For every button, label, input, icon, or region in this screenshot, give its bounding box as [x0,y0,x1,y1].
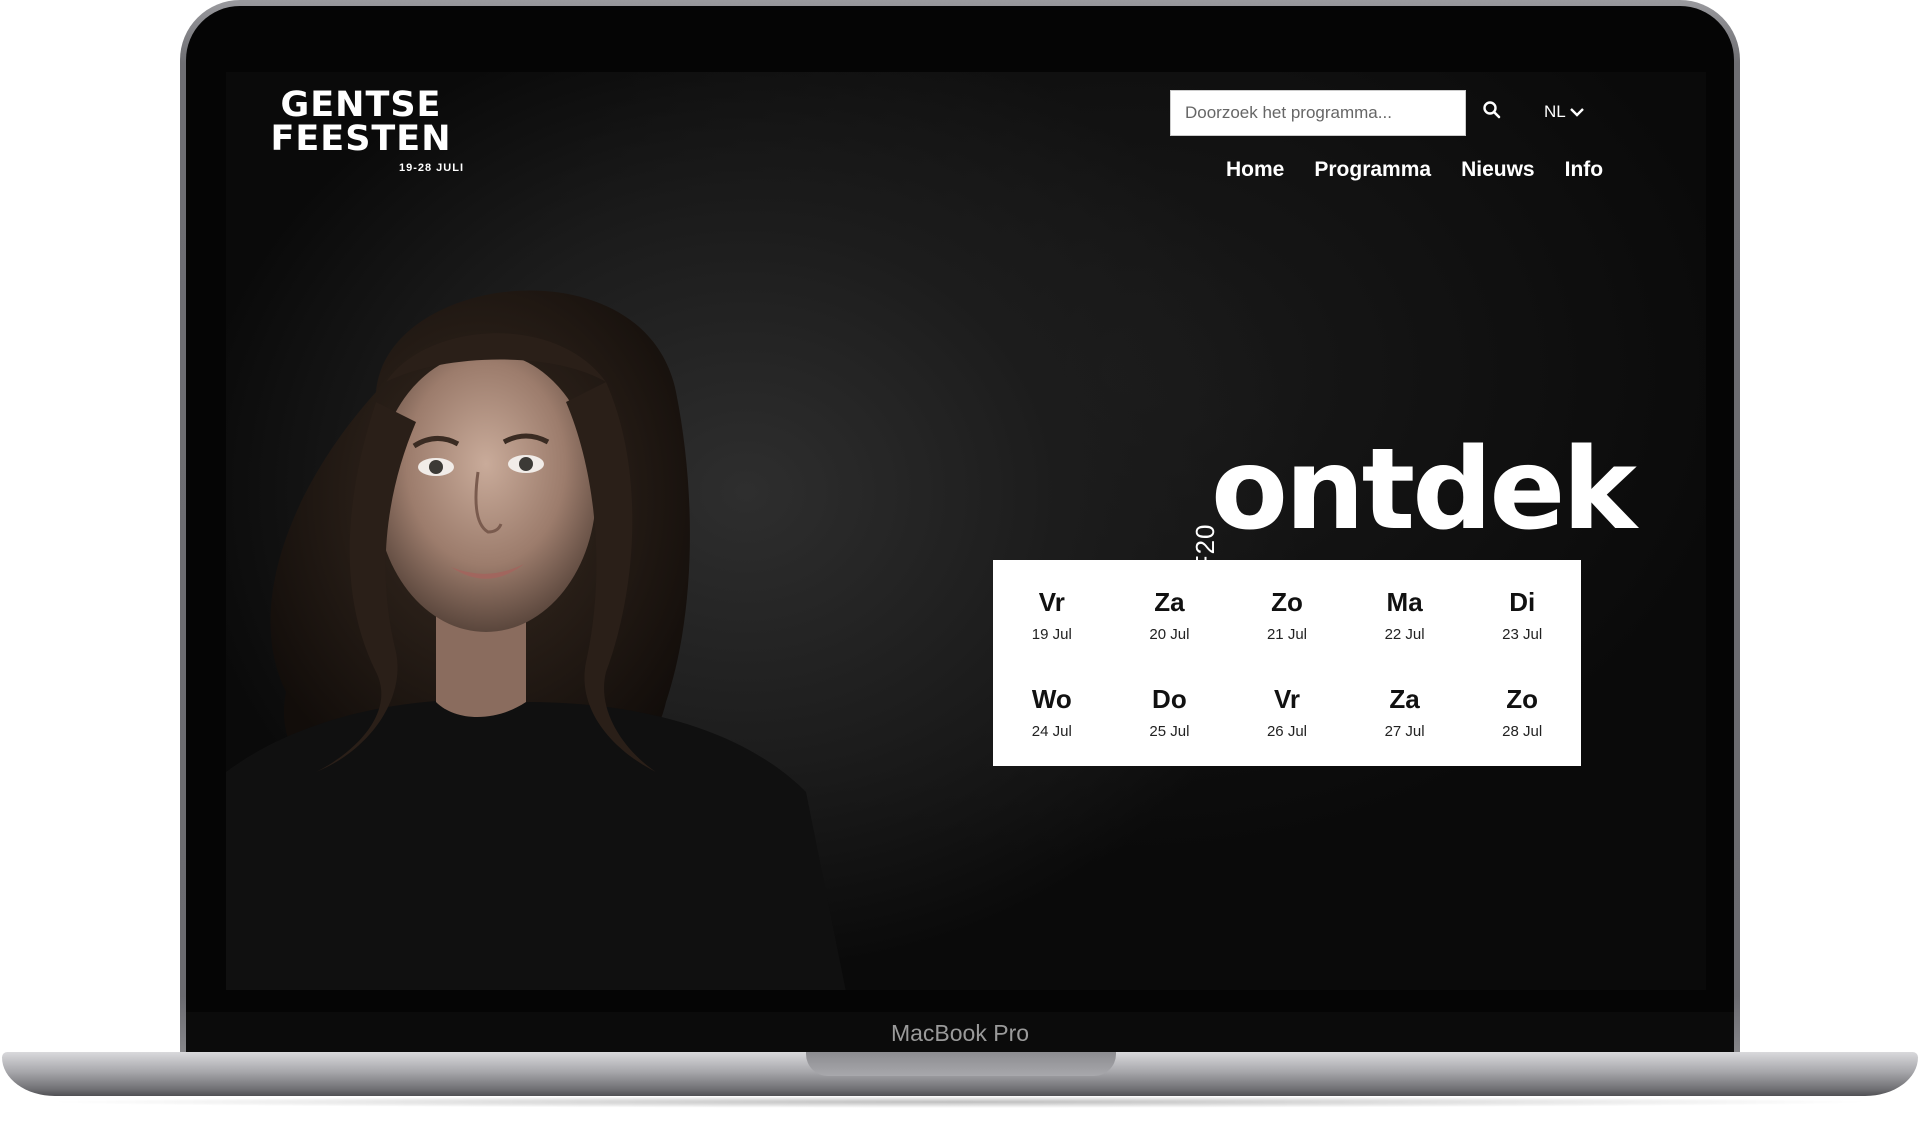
hero-portrait-image [226,290,846,990]
site-logo[interactable]: GENTSE FEESTEN 19-28 JULI [256,85,466,175]
day-name: Za [1389,683,1420,714]
festival-calendar: Vr 19 Jul Za 20 Jul Zo 21 Jul Ma 22 Jul … [993,560,1581,766]
language-label: NL [1544,102,1566,121]
calendar-day[interactable]: Za 27 Jul [1346,663,1464,760]
day-date: 22 Jul [1384,625,1425,643]
day-date: 27 Jul [1384,722,1425,740]
search-icon[interactable] [1482,100,1504,122]
day-date: 20 Jul [1149,625,1190,643]
day-date: 21 Jul [1266,625,1307,643]
logo-dates: 19-28 JULI [398,162,464,174]
calendar-day[interactable]: Za 20 Jul [1111,566,1229,663]
hero-headline: ontdek [1211,425,1637,555]
day-name: Vr [1273,683,1300,714]
search-input[interactable] [1170,90,1466,136]
nav-item-home[interactable]: Home [1226,158,1284,182]
calendar-day[interactable]: Zo 28 Jul [1463,663,1581,760]
calendar-day[interactable]: Di 23 Jul [1463,566,1581,663]
day-date: 19 Jul [1031,625,1072,643]
day-name: Wo [1031,683,1072,714]
logo-line-1: GENTSE [280,85,442,125]
day-name: Do [1152,683,1187,714]
calendar-day[interactable]: Vr 26 Jul [1228,663,1346,760]
laptop-notch [806,1052,1116,1076]
day-name: Ma [1386,586,1423,617]
device-label: MacBook Pro [890,1020,1030,1046]
day-date: 28 Jul [1502,722,1543,740]
language-selector[interactable]: NL [1544,102,1584,122]
day-date: 25 Jul [1149,722,1190,740]
day-name: Di [1509,586,1536,617]
calendar-day[interactable]: Vr 19 Jul [993,566,1111,663]
calendar-day[interactable]: Ma 22 Jul [1346,566,1464,663]
day-name: Za [1154,586,1185,617]
nav-item-nieuws[interactable]: Nieuws [1461,158,1535,182]
calendar-day[interactable]: Zo 21 Jul [1228,566,1346,663]
chevron-down-icon [1569,108,1584,117]
main-nav: Home Programma Nieuws Info [1226,158,1603,182]
calendar-day[interactable]: Do 25 Jul [1111,663,1229,760]
nav-item-info[interactable]: Info [1565,158,1603,182]
day-name: Zo [1271,586,1303,617]
day-name: Zo [1506,683,1539,714]
day-date: 23 Jul [1502,625,1543,643]
day-date: 26 Jul [1266,722,1307,740]
laptop-shadow [40,1096,1880,1108]
day-name: Vr [1038,586,1065,617]
laptop-screen: GENTSE FEESTEN 19-28 JULI NL Home Progra… [226,72,1706,990]
day-date: 24 Jul [1031,722,1072,740]
logo-line-2: FEESTEN [270,119,452,159]
nav-item-programma[interactable]: Programma [1314,158,1431,182]
calendar-day[interactable]: Wo 24 Jul [993,663,1111,760]
